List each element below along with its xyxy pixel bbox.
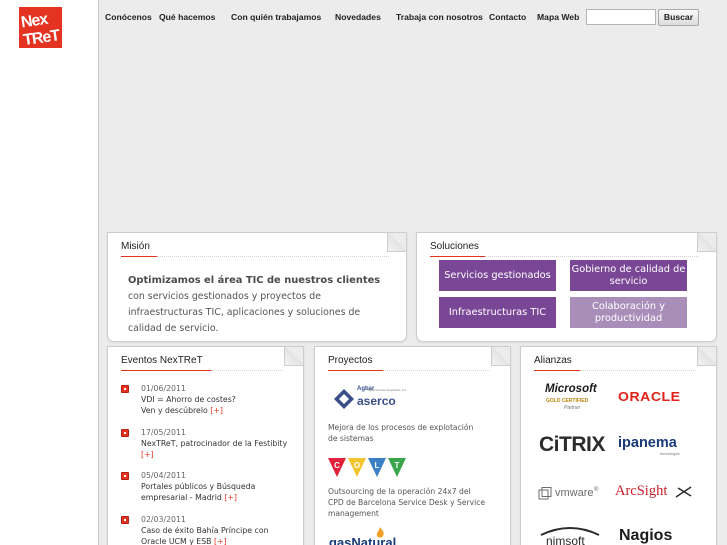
soluciones-card: Soluciones Servicios gestionados Gobiern…	[416, 232, 717, 342]
citrix-logo[interactable]: CiTRIX	[539, 433, 605, 457]
event-text: VDI = Ahorro de costes? Ven y descúbrelo…	[141, 394, 251, 416]
nextret-logo[interactable]: Nex TReT	[19, 7, 62, 48]
arcsight-logo[interactable]: ArcSight	[615, 482, 697, 502]
event-text: Portales públicos y Búsqueda empresarial…	[141, 481, 281, 503]
title-underline	[121, 370, 211, 371]
event-text: Caso de éxito Bahía Príncipe con Oracle …	[141, 525, 291, 545]
title-dotted-rule	[383, 370, 490, 371]
page-fold	[284, 347, 303, 366]
arcsight-logo-text: ArcSight	[615, 483, 668, 499]
event-text: NexTReT, patrocinador de la Festibity [+…	[141, 438, 291, 460]
event-item[interactable]: 17/05/2011 NexTReT, patrocinador de la F…	[121, 428, 291, 464]
nextret-logo-mark: Nex TReT	[20, 11, 61, 48]
nimsoft-logo[interactable]: nimsoft	[537, 525, 607, 545]
event-text-body: Portales públicos y Búsqueda empresarial…	[141, 482, 256, 502]
page-fold	[697, 233, 716, 252]
event-item[interactable]: 05/04/2011 Portales públicos y Búsqueda …	[121, 471, 291, 507]
solution-colaboracion-productividad[interactable]: Colaboración y productividad	[570, 297, 687, 328]
event-bullet-icon	[121, 385, 129, 393]
eventos-card: Eventos NexTReT 01/06/2011 VDI = Ahorro …	[107, 346, 304, 545]
nimsoft-logo-text: nimsoft	[546, 534, 585, 545]
ipanema-logo-sub: technologies	[660, 452, 680, 456]
agbar-aserco-logo[interactable]: Agbar Agbar Servicios Compartidos, S.A. …	[333, 384, 413, 410]
event-more-link[interactable]: [+]	[224, 493, 237, 502]
mision-text: Optimizamos el área TIC de nuestros clie…	[128, 273, 390, 337]
vmware-logo[interactable]: vmware ®	[538, 486, 618, 502]
mision-body: con servicios gestionados y proyectos de…	[128, 291, 361, 334]
mision-title: Misión	[121, 241, 150, 252]
svg-text:L: L	[375, 461, 380, 470]
nav-mapa-web[interactable]: Mapa Web	[537, 12, 579, 22]
event-date: 05/04/2011	[141, 471, 186, 480]
alianzas-card: Alianzas Microsoft GOLD CERTIFIED Partne…	[520, 346, 717, 545]
nav-con-quien-trabajamos[interactable]: Con quién trabajamos	[231, 12, 321, 22]
event-item[interactable]: 01/06/2011 VDI = Ahorro de costes? Ven y…	[121, 384, 291, 420]
arcsight-swoosh-icon	[675, 486, 692, 498]
event-bullet-icon	[121, 516, 129, 524]
solution-servicios-gestionados[interactable]: Servicios gestionados	[439, 260, 556, 291]
event-text-body: Caso de éxito Bahía Príncipe con Oracle …	[141, 526, 269, 545]
colt-logo[interactable]: C O L T	[328, 458, 408, 478]
microsoft-gold-logo[interactable]: Microsoft GOLD CERTIFIED Partner	[543, 383, 605, 415]
event-date: 01/06/2011	[141, 384, 186, 393]
ipanema-logo-text: ipanema	[618, 435, 677, 451]
event-date: 17/05/2011	[141, 428, 186, 437]
aserco-mark-icon	[334, 389, 354, 409]
title-dotted-rule	[485, 256, 699, 257]
nav-novedades[interactable]: Novedades	[335, 12, 381, 22]
page-fold	[491, 347, 510, 366]
svg-text:C: C	[334, 461, 340, 470]
svg-text:O: O	[354, 461, 360, 470]
search-input[interactable]	[586, 9, 656, 25]
page-fold	[387, 233, 406, 252]
oracle-logo[interactable]: ORACLE	[618, 389, 681, 404]
nagios-logo[interactable]: Nagios	[619, 527, 672, 545]
microsoft-logo-text: Microsoft	[545, 383, 597, 395]
title-underline	[121, 256, 157, 257]
event-more-link[interactable]: [+]	[210, 406, 223, 415]
vmware-logo-text: vmware	[555, 487, 594, 499]
event-date: 02/03/2011	[141, 515, 186, 524]
title-dotted-rule	[580, 370, 696, 371]
title-underline	[430, 256, 485, 257]
nav-que-hacemos[interactable]: Qué hacemos	[159, 12, 215, 22]
nav-conocenos[interactable]: Conócenos	[105, 12, 152, 22]
svg-text:T: T	[395, 461, 400, 470]
nav-trabaja-con-nosotros[interactable]: Trabaja con nosotros	[396, 12, 483, 22]
event-more-link[interactable]: [+]	[141, 450, 154, 459]
event-item[interactable]: 02/03/2011 Caso de éxito Bahía Príncipe …	[121, 515, 291, 545]
event-more-link[interactable]: [+]	[214, 537, 227, 545]
search-button[interactable]: Buscar	[658, 9, 699, 26]
mision-lead: Optimizamos el área TIC de nuestros clie…	[128, 275, 381, 286]
title-dotted-rule	[211, 370, 283, 371]
title-underline	[534, 370, 580, 371]
nav-contacto[interactable]: Contacto	[489, 12, 526, 22]
project-text: Mejora de los procesos de explotación de…	[328, 423, 474, 443]
alianzas-title: Alianzas	[534, 355, 572, 366]
microsoft-partner: Partner	[564, 405, 581, 411]
page-fold	[697, 347, 716, 366]
solution-gobierno-calidad[interactable]: Gobierno de calidad de servicio	[570, 260, 687, 291]
event-text-body: NexTReT, patrocinador de la Festibity	[141, 439, 288, 448]
event-bullet-icon	[121, 472, 129, 480]
microsoft-gold-certified: GOLD CERTIFIED	[546, 398, 589, 404]
ipanema-logo[interactable]: ipanema technologies	[618, 435, 694, 457]
mision-card: Misión Optimizamos el área TIC de nuestr…	[107, 232, 407, 342]
title-dotted-rule	[157, 256, 389, 257]
gasnatural-logo[interactable]: gasNatural	[329, 527, 419, 545]
solution-infraestructuras-tic[interactable]: Infraestructuras TIC	[439, 297, 556, 328]
title-underline	[328, 370, 383, 371]
soluciones-title: Soluciones	[430, 241, 479, 252]
gasnatural-logo-text: gasNatural	[329, 535, 397, 545]
project-text: Outsourcing de la operación 24x7 del CPD…	[328, 487, 486, 518]
vmware-box-icon	[538, 487, 552, 500]
proyectos-card: Proyectos Agbar Agbar Servicios Comparti…	[314, 346, 511, 545]
eventos-title: Eventos NexTReT	[121, 355, 203, 366]
event-bullet-icon	[121, 429, 129, 437]
proyectos-title: Proyectos	[328, 355, 373, 366]
